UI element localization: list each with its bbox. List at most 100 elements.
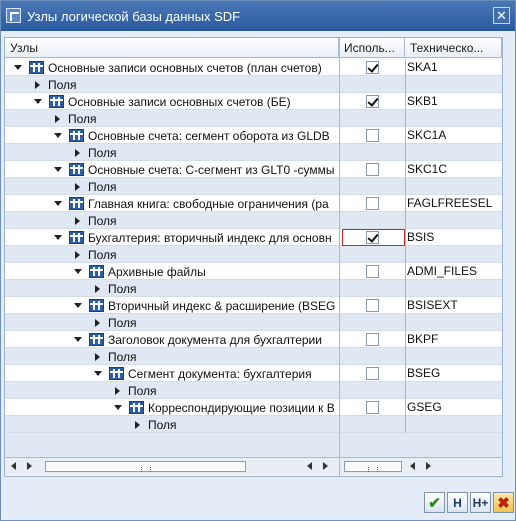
tree-horizontal-scrollbar[interactable] <box>5 457 339 475</box>
tech-name-cell: SKA1 <box>405 59 502 76</box>
collapse-node-icon[interactable] <box>54 133 62 138</box>
use-cell <box>339 127 405 144</box>
tree-cell: Поля <box>5 110 339 127</box>
expand-node-icon[interactable] <box>55 114 60 123</box>
fields-row[interactable]: Поля <box>5 144 502 161</box>
use-checkbox[interactable] <box>366 95 379 108</box>
node-label: Вторичный индекс & расширение (BSEG <box>108 298 336 313</box>
fields-row[interactable]: Поля <box>5 76 502 93</box>
node-label: Поля <box>108 349 137 364</box>
expand-node-icon[interactable] <box>75 250 80 259</box>
tech-name-cell: BSEG <box>405 365 502 382</box>
node-label: Корреспондирующие позиции к B <box>148 400 335 415</box>
tree-node-row[interactable]: Бухгалтерия: вторичный индекс для основн… <box>5 229 502 246</box>
fields-row[interactable]: Поля <box>5 416 502 433</box>
column-header-tree[interactable]: Узлы <box>5 38 339 58</box>
collapse-node-icon[interactable] <box>54 201 62 206</box>
tree-node-row[interactable]: Архивные файлы ADMI_FILES <box>5 263 502 280</box>
scroll-thumb[interactable] <box>344 461 402 472</box>
tree-node-row[interactable]: Основные записи основных счетов (БЕ) SKB1 <box>5 93 502 110</box>
tree-node-row[interactable]: Сегмент документа: бухгалтерия BSEG <box>5 365 502 382</box>
close-button[interactable]: ✕ <box>493 7 510 24</box>
tree-cell: Корреспондирующие позиции к B <box>5 399 339 416</box>
expand-node-icon[interactable] <box>135 420 140 429</box>
node-label: Основные счета: сегмент оборота из GLDB <box>88 128 330 143</box>
scroll-left-icon[interactable] <box>410 462 415 470</box>
node-label: Поля <box>108 281 137 296</box>
table-icon <box>69 163 84 176</box>
use-checkbox[interactable] <box>366 197 379 210</box>
expand-node-icon[interactable] <box>75 148 80 157</box>
tree-node-row[interactable]: Заголовок документа для бухгалтерии BKPF <box>5 331 502 348</box>
tech-name-cell: BKPF <box>405 331 502 348</box>
window-icon <box>6 8 21 23</box>
fields-row[interactable]: Поля <box>5 246 502 263</box>
scroll-left-icon[interactable] <box>307 462 312 470</box>
scroll-left-icon[interactable] <box>11 462 16 470</box>
tree-cell: Бухгалтерия: вторичный индекс для основн <box>5 229 339 246</box>
collapse-node-icon[interactable] <box>34 99 42 104</box>
fields-row[interactable]: Поля <box>5 280 502 297</box>
use-checkbox[interactable] <box>366 299 379 312</box>
tree-cell: Поля <box>5 76 339 93</box>
use-cell <box>339 178 405 195</box>
collapse-node-icon[interactable] <box>74 269 82 274</box>
use-cell <box>339 59 405 76</box>
tree-node-row[interactable]: Основные записи основных счетов (план сч… <box>5 59 502 76</box>
tech-name-cell <box>405 314 502 331</box>
fields-row[interactable]: Поля <box>5 178 502 195</box>
use-cell <box>339 246 405 263</box>
collapse-node-icon[interactable] <box>114 405 122 410</box>
use-checkbox[interactable] <box>366 61 379 74</box>
use-checkbox[interactable] <box>366 265 379 278</box>
scroll-right-icon[interactable] <box>27 462 32 470</box>
expand-node-icon[interactable] <box>75 216 80 225</box>
tree-node-row[interactable]: Главная книга: свободные ограничения (ра… <box>5 195 502 212</box>
collapse-node-icon[interactable] <box>14 65 22 70</box>
tree-node-row[interactable]: Основные счета: С-сегмент из GLT0 -суммы… <box>5 161 502 178</box>
collapse-node-icon[interactable] <box>54 167 62 172</box>
table-icon <box>49 95 64 108</box>
fields-row[interactable]: Поля <box>5 110 502 127</box>
column-header-tech[interactable]: Техническо... <box>405 38 502 58</box>
expand-node-icon[interactable] <box>75 182 80 191</box>
expand-node-icon[interactable] <box>95 318 100 327</box>
collapse-node-icon[interactable] <box>54 235 62 240</box>
fields-row[interactable]: Поля <box>5 212 502 229</box>
use-checkbox[interactable] <box>366 129 379 142</box>
tree-node-row[interactable]: Корреспондирующие позиции к B GSEG <box>5 399 502 416</box>
expand-node-icon[interactable] <box>95 284 100 293</box>
use-cell <box>339 263 405 280</box>
expand-node-icon[interactable] <box>35 80 40 89</box>
expand-node-icon[interactable] <box>95 352 100 361</box>
use-cell <box>339 314 405 331</box>
use-checkbox[interactable] <box>366 163 379 176</box>
tree-cell: Заголовок документа для бухгалтерии <box>5 331 339 348</box>
use-cell <box>339 348 405 365</box>
tech-name-cell: SKC1C <box>405 161 502 178</box>
fields-row[interactable]: Поля <box>5 314 502 331</box>
find-button[interactable]: H <box>447 492 468 513</box>
columns-horizontal-scrollbar[interactable] <box>340 457 502 475</box>
find-next-button[interactable]: H+ <box>470 492 491 513</box>
use-checkbox[interactable] <box>366 367 379 380</box>
collapse-node-icon[interactable] <box>74 303 82 308</box>
use-cell <box>339 110 405 127</box>
scroll-right-icon[interactable] <box>426 462 431 470</box>
fields-row[interactable]: Поля <box>5 382 502 399</box>
collapse-node-icon[interactable] <box>94 371 102 376</box>
scroll-thumb[interactable] <box>45 461 246 472</box>
use-checkbox[interactable] <box>366 401 379 414</box>
collapse-node-icon[interactable] <box>74 337 82 342</box>
cancel-button[interactable]: ✖ <box>493 492 514 513</box>
ok-button[interactable]: ✔ <box>424 492 445 513</box>
node-label: Основные записи основных счетов (план сч… <box>48 60 322 75</box>
column-header-use[interactable]: Исполь... <box>339 38 405 58</box>
tree-node-row[interactable]: Вторичный индекс & расширение (BSEG BSISE… <box>5 297 502 314</box>
expand-node-icon[interactable] <box>115 386 120 395</box>
use-checkbox[interactable] <box>366 333 379 346</box>
fields-row[interactable]: Поля <box>5 348 502 365</box>
use-checkbox[interactable] <box>366 231 379 244</box>
scroll-right-icon[interactable] <box>323 462 328 470</box>
tree-node-row[interactable]: Основные счета: сегмент оборота из GLDB S… <box>5 127 502 144</box>
